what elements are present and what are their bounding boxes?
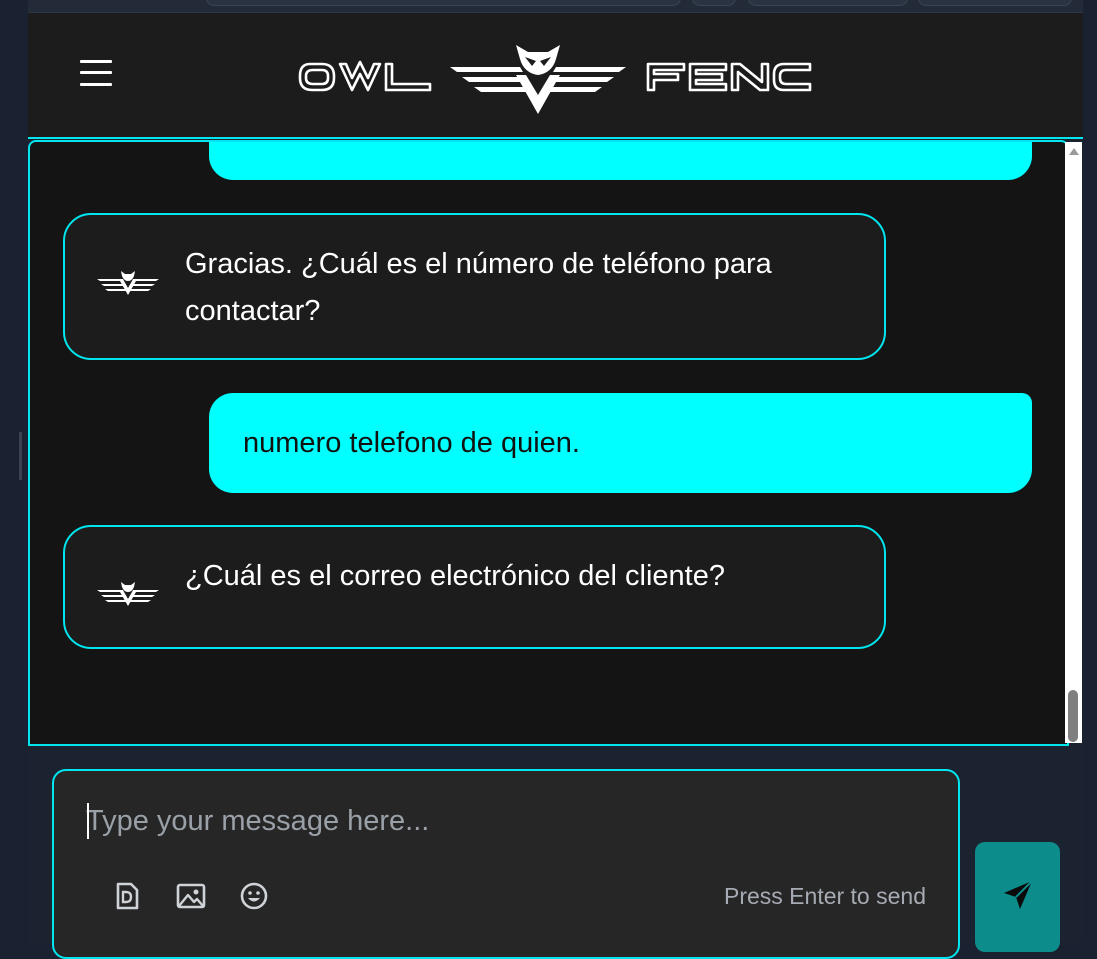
chat-messages-area[interactable]: Gracias. ¿Cuál es el número de teléfono … bbox=[28, 140, 1069, 746]
logo-emblem bbox=[450, 45, 626, 114]
top-tab[interactable] bbox=[748, 0, 908, 6]
scroll-thumb[interactable] bbox=[1068, 690, 1078, 742]
app-header bbox=[28, 13, 1083, 139]
owl-fenc-avatar-icon bbox=[97, 271, 159, 295]
user-message-text: numero telefono de quien. bbox=[243, 427, 580, 459]
bot-message-bubble: ¿Cuál es el correo electrónico del clien… bbox=[63, 525, 886, 649]
right-panel-edge bbox=[1083, 0, 1097, 943]
emoji-icon[interactable] bbox=[237, 879, 271, 913]
bot-message-text: Gracias. ¿Cuál es el número de teléfono … bbox=[185, 248, 772, 327]
app-window: Gracias. ¿Cuál es el número de teléfono … bbox=[0, 0, 1097, 959]
message-input[interactable] bbox=[86, 801, 926, 841]
owl-fenc-avatar-icon bbox=[97, 582, 159, 606]
logo-word-fenc bbox=[646, 62, 812, 92]
send-button[interactable] bbox=[975, 842, 1060, 952]
resize-handle[interactable] bbox=[19, 432, 22, 480]
message-composer: Press Enter to send bbox=[52, 769, 960, 959]
user-message-bubble bbox=[209, 142, 1032, 180]
text-caret bbox=[87, 803, 89, 839]
left-panel-edge bbox=[0, 0, 28, 943]
chat-scrollbar[interactable] bbox=[1065, 142, 1082, 743]
user-message-bubble: numero telefono de quien. bbox=[209, 393, 1032, 493]
top-tab[interactable] bbox=[692, 0, 736, 6]
top-tab[interactable] bbox=[918, 0, 1072, 6]
top-tab-strip bbox=[28, 0, 1083, 13]
top-tab[interactable] bbox=[206, 0, 681, 6]
send-hint-text: Press Enter to send bbox=[724, 883, 926, 909]
document-icon[interactable] bbox=[110, 879, 144, 913]
image-icon[interactable] bbox=[174, 879, 208, 913]
owl-fenc-logo bbox=[298, 45, 812, 114]
logo-word-owl bbox=[298, 60, 432, 92]
send-icon bbox=[1004, 880, 1033, 909]
bot-message-bubble: Gracias. ¿Cuál es el número de teléfono … bbox=[63, 213, 886, 360]
scroll-up-arrow-icon[interactable] bbox=[1069, 148, 1079, 155]
hamburger-menu-icon[interactable] bbox=[80, 58, 112, 88]
bot-message-text: ¿Cuál es el correo electrónico del clien… bbox=[185, 560, 725, 592]
